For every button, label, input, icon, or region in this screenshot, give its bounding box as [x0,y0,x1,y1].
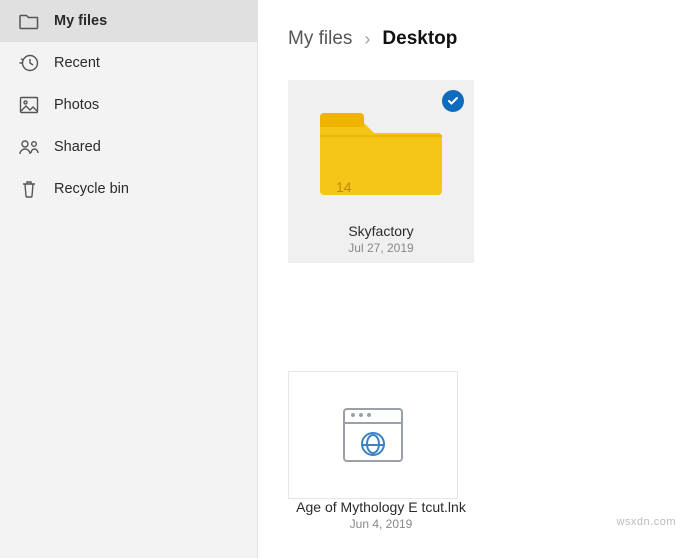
file-grid: 14 Skyfactory Jul 27, 2019 Age of Mythol… [288,80,658,531]
tile-name: Age of Mythology E tcut.lnk [288,499,474,515]
folder-thumbnail: 14 [296,88,466,213]
sidebar: My files Recent Photos Shared Recycle bi… [0,0,258,558]
file-thumbnail [288,371,458,499]
sidebar-item-label: Photos [54,97,99,113]
sidebar-item-label: Shared [54,139,101,155]
photos-icon [18,94,40,116]
tile-date: Jun 4, 2019 [288,517,474,531]
folder-item-count: 14 [336,179,352,195]
recycle-icon [18,178,40,200]
sidebar-item-recycle-bin[interactable]: Recycle bin [0,168,257,210]
chevron-right-icon: › [364,29,370,50]
breadcrumb-current: Desktop [382,28,457,50]
sidebar-item-shared[interactable]: Shared [0,126,257,168]
shortcut-icon [343,408,403,462]
file-tile[interactable]: Age of Mythology E tcut.lnk Jun 4, 2019 [288,371,474,531]
sidebar-item-label: My files [54,13,107,29]
breadcrumb-root[interactable]: My files [288,28,352,50]
sidebar-item-label: Recent [54,55,100,71]
main-content: My files › Desktop 14 Skyfactory Jul 27,… [258,0,680,558]
tile-name: Skyfactory [296,223,466,239]
folder-tile[interactable]: 14 Skyfactory Jul 27, 2019 [288,80,474,263]
recent-icon [18,52,40,74]
tile-date: Jul 27, 2019 [296,241,466,255]
breadcrumb: My files › Desktop [288,28,658,50]
sidebar-item-photos[interactable]: Photos [0,84,257,126]
sidebar-item-label: Recycle bin [54,181,129,197]
watermark: wsxdn.com [616,516,676,528]
folder-icon [18,10,40,32]
sidebar-item-my-files[interactable]: My files [0,0,257,42]
sidebar-item-recent[interactable]: Recent [0,42,257,84]
shared-icon [18,136,40,158]
